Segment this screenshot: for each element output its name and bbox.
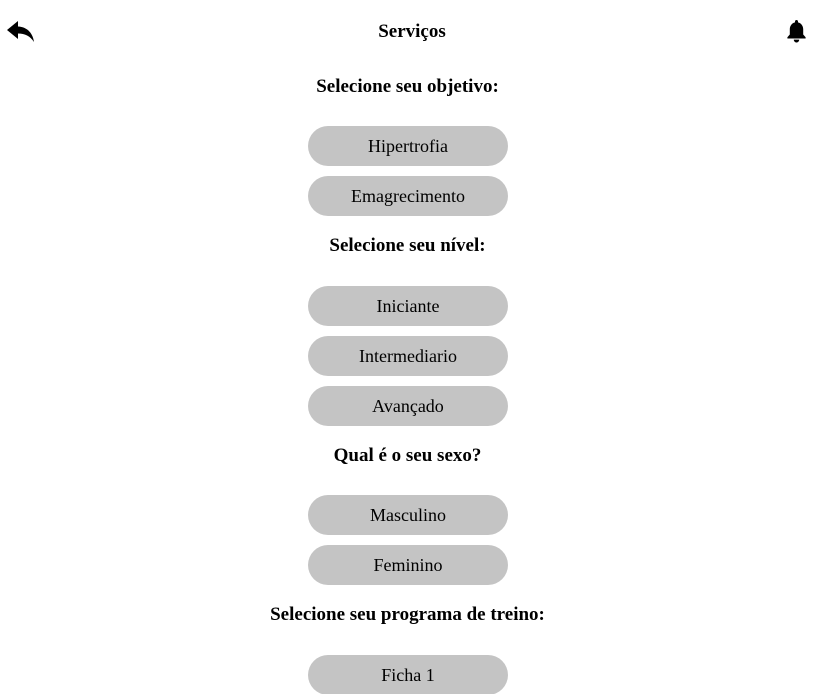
bell-icon[interactable] [787, 20, 806, 43]
option-masculino-button[interactable]: Masculino [308, 495, 508, 535]
page-title: Serviços [378, 21, 446, 42]
option-avancado-button[interactable]: Avançado [308, 386, 508, 426]
sex-section-title: Qual é o seu sexo? [333, 445, 482, 466]
services-page: Serviços Selecione seu objetivo: Hipertr… [0, 0, 824, 694]
objective-section-title: Selecione seu objetivo: [316, 76, 499, 97]
option-emagrecimento-button[interactable]: Emagrecimento [308, 176, 508, 216]
option-intermediario-button[interactable]: Intermediario [308, 336, 508, 376]
option-feminino-button[interactable]: Feminino [308, 545, 508, 585]
option-hipertrofia-button[interactable]: Hipertrofia [308, 126, 508, 166]
option-iniciante-button[interactable]: Iniciante [308, 286, 508, 326]
program-section-title: Selecione seu programa de treino: [270, 604, 545, 625]
option-ficha-1-button[interactable]: Ficha 1 [308, 655, 508, 694]
level-section-title: Selecione seu nível: [329, 235, 486, 256]
